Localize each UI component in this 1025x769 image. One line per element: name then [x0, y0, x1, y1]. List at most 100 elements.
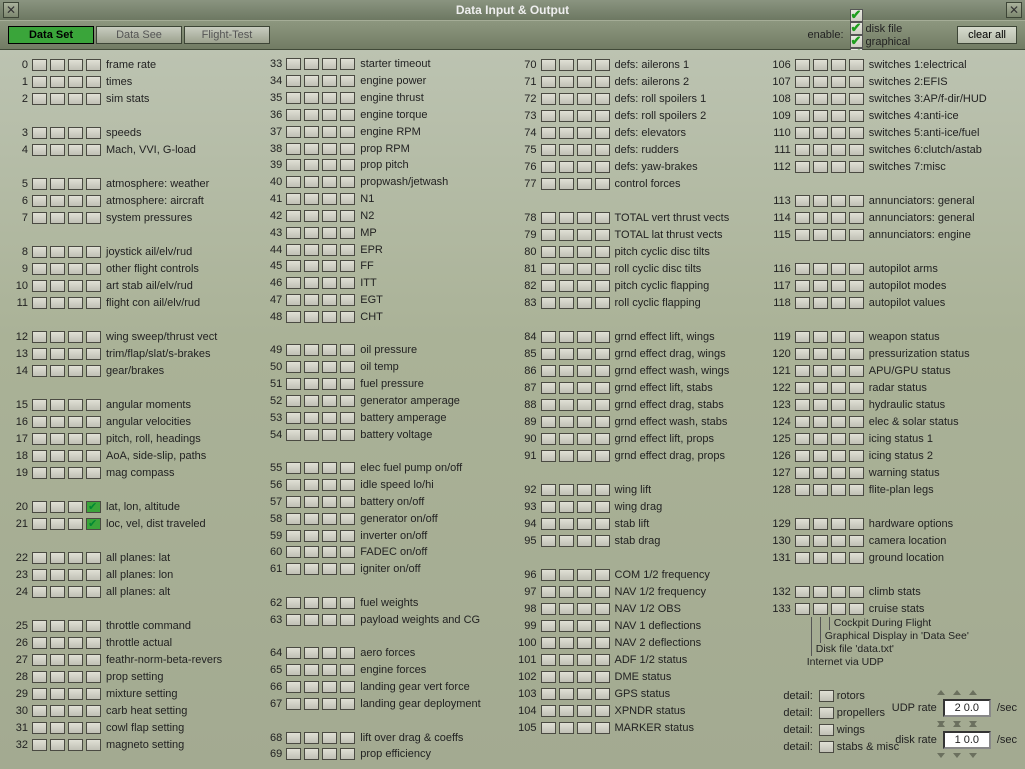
row-62-chk-3[interactable]	[340, 597, 355, 609]
row-74-chk-3[interactable]	[595, 127, 610, 139]
row-2-chk-3[interactable]	[86, 93, 101, 105]
row-127-chk-1[interactable]	[813, 467, 828, 479]
row-35-chk-3[interactable]	[340, 92, 355, 104]
row-123-chk-0[interactable]	[795, 399, 810, 411]
row-60-chk-2[interactable]	[322, 546, 337, 558]
row-43-chk-0[interactable]	[286, 227, 301, 239]
row-60-chk-1[interactable]	[304, 546, 319, 558]
row-52-chk-0[interactable]	[286, 395, 301, 407]
row-9-chk-3[interactable]	[86, 263, 101, 275]
row-60-chk-0[interactable]	[286, 546, 301, 558]
row-25-chk-1[interactable]	[50, 620, 65, 632]
row-117-chk-2[interactable]	[831, 280, 846, 292]
row-81-chk-3[interactable]	[595, 263, 610, 275]
row-20-chk-2[interactable]	[68, 501, 83, 513]
row-90-chk-2[interactable]	[577, 433, 592, 445]
row-50-chk-1[interactable]	[304, 361, 319, 373]
row-87-chk-2[interactable]	[577, 382, 592, 394]
row-88-chk-1[interactable]	[559, 399, 574, 411]
row-89-chk-0[interactable]	[541, 416, 556, 428]
row-123-chk-1[interactable]	[813, 399, 828, 411]
row-94-chk-0[interactable]	[541, 518, 556, 530]
udp-rate-field[interactable]: 2 0.0	[943, 699, 991, 717]
row-107-chk-2[interactable]	[831, 76, 846, 88]
row-34-chk-3[interactable]	[340, 75, 355, 87]
row-6-chk-3[interactable]	[86, 195, 101, 207]
row-105-chk-3[interactable]	[595, 722, 610, 734]
row-97-chk-3[interactable]	[595, 586, 610, 598]
row-49-chk-0[interactable]	[286, 344, 301, 356]
row-63-chk-2[interactable]	[322, 614, 337, 626]
row-14-chk-2[interactable]	[68, 365, 83, 377]
row-111-chk-3[interactable]	[849, 144, 864, 156]
row-84-chk-1[interactable]	[559, 331, 574, 343]
row-131-chk-2[interactable]	[831, 552, 846, 564]
row-15-chk-2[interactable]	[68, 399, 83, 411]
row-124-chk-3[interactable]	[849, 416, 864, 428]
row-133-chk-3[interactable]	[849, 603, 864, 615]
row-70-chk-0[interactable]	[541, 59, 556, 71]
row-19-chk-1[interactable]	[50, 467, 65, 479]
row-74-chk-0[interactable]	[541, 127, 556, 139]
row-55-chk-1[interactable]	[304, 462, 319, 474]
row-5-chk-2[interactable]	[68, 178, 83, 190]
row-88-chk-3[interactable]	[595, 399, 610, 411]
row-15-chk-0[interactable]	[32, 399, 47, 411]
row-29-chk-3[interactable]	[86, 688, 101, 700]
row-129-chk-0[interactable]	[795, 518, 810, 530]
row-67-chk-0[interactable]	[286, 698, 301, 710]
row-132-chk-0[interactable]	[795, 586, 810, 598]
row-72-chk-1[interactable]	[559, 93, 574, 105]
row-125-chk-1[interactable]	[813, 433, 828, 445]
row-73-chk-2[interactable]	[577, 110, 592, 122]
row-84-chk-0[interactable]	[541, 331, 556, 343]
row-82-chk-1[interactable]	[559, 280, 574, 292]
row-109-chk-2[interactable]	[831, 110, 846, 122]
row-111-chk-2[interactable]	[831, 144, 846, 156]
row-91-chk-0[interactable]	[541, 450, 556, 462]
row-0-chk-2[interactable]	[68, 59, 83, 71]
row-75-chk-2[interactable]	[577, 144, 592, 156]
row-85-chk-0[interactable]	[541, 348, 556, 360]
row-64-chk-0[interactable]	[286, 647, 301, 659]
row-19-chk-0[interactable]	[32, 467, 47, 479]
row-51-chk-1[interactable]	[304, 378, 319, 390]
row-122-chk-0[interactable]	[795, 382, 810, 394]
row-16-chk-2[interactable]	[68, 416, 83, 428]
row-33-chk-3[interactable]	[340, 58, 355, 70]
row-116-chk-1[interactable]	[813, 263, 828, 275]
row-42-chk-2[interactable]	[322, 210, 337, 222]
row-104-chk-2[interactable]	[577, 705, 592, 717]
row-97-chk-1[interactable]	[559, 586, 574, 598]
row-61-chk-0[interactable]	[286, 563, 301, 575]
row-11-chk-0[interactable]	[32, 297, 47, 309]
row-50-chk-0[interactable]	[286, 361, 301, 373]
row-9-chk-2[interactable]	[68, 263, 83, 275]
row-13-chk-2[interactable]	[68, 348, 83, 360]
row-59-chk-0[interactable]	[286, 530, 301, 542]
row-120-chk-0[interactable]	[795, 348, 810, 360]
row-46-chk-2[interactable]	[322, 277, 337, 289]
row-25-chk-2[interactable]	[68, 620, 83, 632]
row-130-chk-2[interactable]	[831, 535, 846, 547]
row-3-chk-0[interactable]	[32, 127, 47, 139]
row-29-chk-0[interactable]	[32, 688, 47, 700]
row-45-chk-1[interactable]	[304, 260, 319, 272]
row-77-chk-1[interactable]	[559, 178, 574, 190]
row-40-chk-1[interactable]	[304, 176, 319, 188]
row-32-chk-0[interactable]	[32, 739, 47, 751]
row-73-chk-0[interactable]	[541, 110, 556, 122]
row-119-chk-0[interactable]	[795, 331, 810, 343]
row-42-chk-1[interactable]	[304, 210, 319, 222]
row-20-chk-0[interactable]	[32, 501, 47, 513]
row-1-chk-0[interactable]	[32, 76, 47, 88]
row-44-chk-1[interactable]	[304, 244, 319, 256]
row-5-chk-1[interactable]	[50, 178, 65, 190]
row-126-chk-3[interactable]	[849, 450, 864, 462]
row-90-chk-3[interactable]	[595, 433, 610, 445]
row-42-chk-0[interactable]	[286, 210, 301, 222]
row-83-chk-3[interactable]	[595, 297, 610, 309]
row-24-chk-3[interactable]	[86, 586, 101, 598]
row-28-chk-2[interactable]	[68, 671, 83, 683]
row-116-chk-2[interactable]	[831, 263, 846, 275]
